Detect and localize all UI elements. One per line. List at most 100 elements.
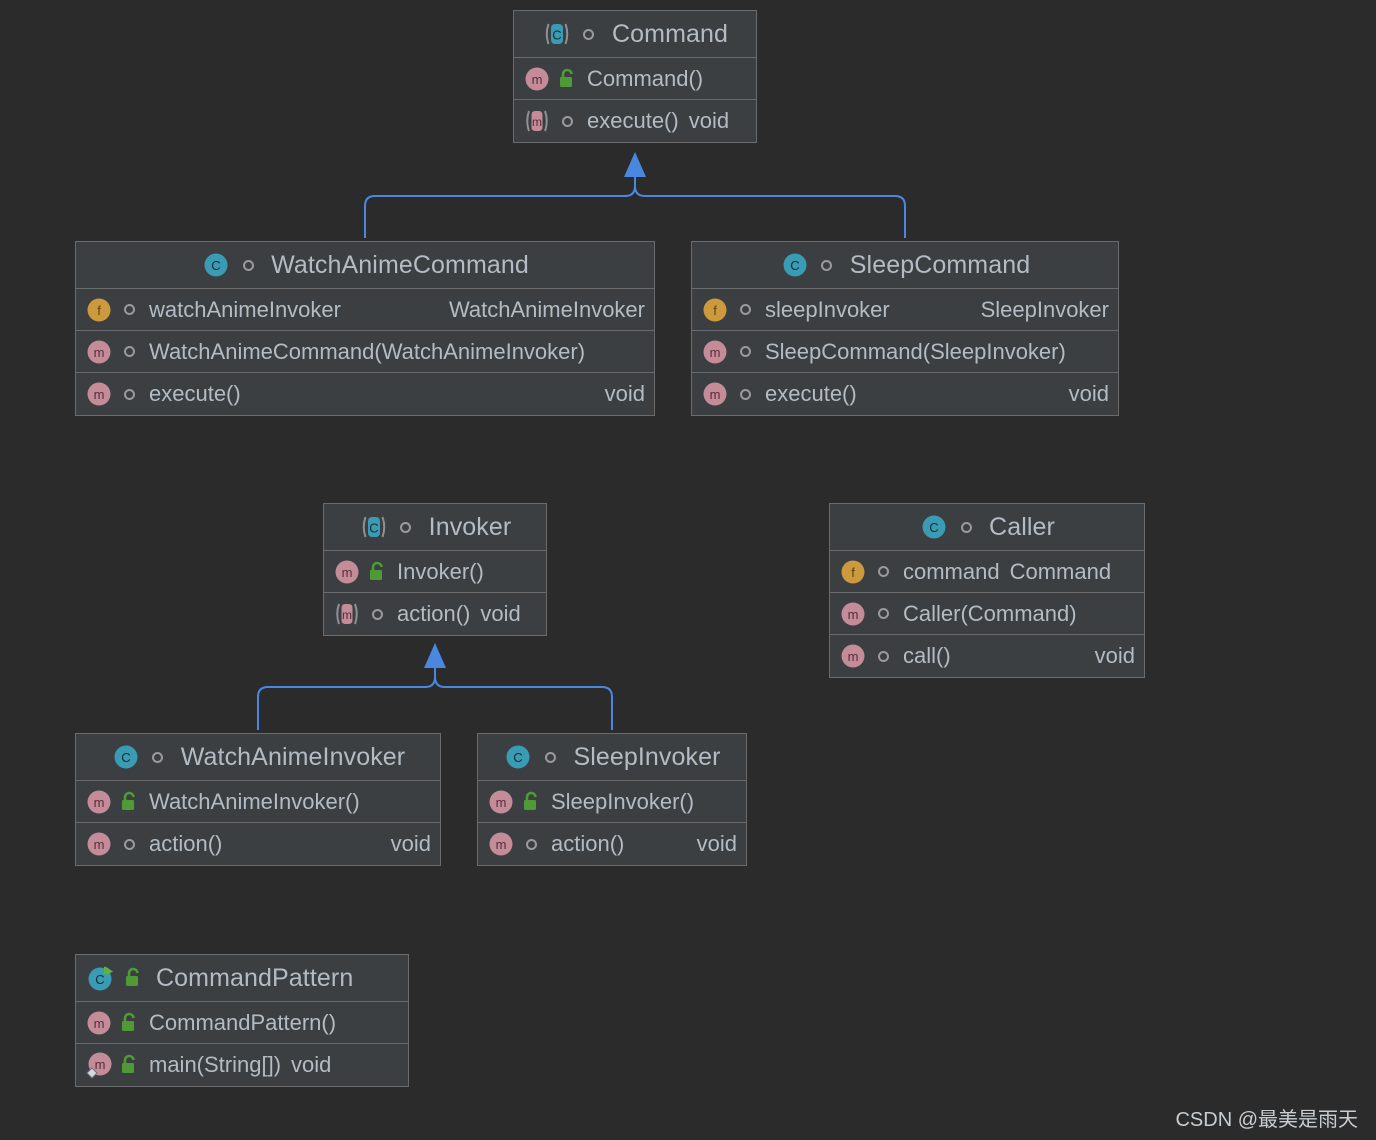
svg-text:C: C xyxy=(95,972,104,987)
svg-text:C: C xyxy=(929,520,938,535)
method-icon: m xyxy=(838,641,868,671)
member-type: void xyxy=(1068,381,1109,406)
class-member-row[interactable]: f sleepInvoker SleepInvoker xyxy=(692,289,1118,331)
class-member-row[interactable]: f command Command xyxy=(830,551,1144,593)
public-visibility-icon xyxy=(556,109,578,133)
member-type: void xyxy=(480,601,521,626)
class-box-watch-anime-command[interactable]: C WatchAnimeCommand f watchAnimeInvoker … xyxy=(75,241,655,416)
generalization-watchanimeinvoker-invoker xyxy=(257,663,436,730)
public-visibility-icon xyxy=(395,515,417,539)
class-name: Command xyxy=(611,19,729,48)
member-type: WatchAnimeInvoker xyxy=(448,296,645,322)
method-icon: m xyxy=(700,337,730,367)
abstract-class-icon: C xyxy=(359,512,389,542)
class-icon: C xyxy=(780,250,810,280)
class-box-command[interactable]: C Command m Command() m execute() void xyxy=(513,10,757,143)
class-name: Caller xyxy=(989,512,1055,541)
runnable-class-icon: C xyxy=(86,963,116,993)
class-icon: C xyxy=(503,742,533,772)
member-name: Invoker() xyxy=(397,558,484,584)
class-member-row[interactable]: m action() void xyxy=(76,823,440,865)
svg-text:m: m xyxy=(94,1016,105,1031)
svg-text:m: m xyxy=(532,72,543,87)
field-icon: f xyxy=(84,295,114,325)
class-member-row[interactable]: m execute() void xyxy=(76,373,654,415)
class-member-row[interactable]: m execute() void xyxy=(692,373,1118,415)
member-type: void xyxy=(390,831,431,856)
class-name: SleepInvoker xyxy=(573,742,721,771)
class-icon: C xyxy=(111,742,141,772)
class-member-row[interactable]: m SleepInvoker() xyxy=(478,781,746,823)
class-box-sleep-command[interactable]: C SleepCommand f sleepInvoker SleepInvok… xyxy=(691,241,1119,416)
class-member-row[interactable]: m CommandPattern() xyxy=(76,1002,408,1044)
member-name: action() xyxy=(397,601,471,626)
field-icon: f xyxy=(838,557,868,587)
class-header-caller: C Caller xyxy=(830,504,1144,551)
unlocked-icon xyxy=(520,790,542,814)
public-visibility-icon xyxy=(118,298,140,322)
method-icon: m xyxy=(700,379,730,409)
class-member-row[interactable]: m SleepCommand(SleepInvoker) xyxy=(692,331,1118,373)
class-header-watch-anime-command: C WatchAnimeCommand xyxy=(76,242,654,289)
runnable-method-icon[interactable]: m xyxy=(84,1050,114,1080)
public-visibility-icon xyxy=(734,340,756,364)
member-name: call() xyxy=(903,643,951,668)
method-icon: m xyxy=(332,557,362,587)
public-visibility-icon xyxy=(872,644,894,668)
generalization-sleepcommand-command xyxy=(634,172,906,238)
class-member-row[interactable]: m main(String[]) void xyxy=(76,1044,408,1086)
member-name: WatchAnimeCommand(WatchAnimeInvoker) xyxy=(149,338,586,364)
class-member-row[interactable]: m Invoker() xyxy=(324,551,546,593)
class-member-row[interactable]: m Caller(Command) xyxy=(830,593,1144,635)
class-member-row[interactable]: m action() void xyxy=(324,593,546,635)
svg-text:m: m xyxy=(342,565,353,580)
class-header-sleep-command: C SleepCommand xyxy=(692,242,1118,289)
member-name: SleepCommand(SleepInvoker) xyxy=(765,338,1066,364)
unlocked-icon xyxy=(118,790,140,814)
method-icon: m xyxy=(84,829,114,859)
method-icon: m xyxy=(84,787,114,817)
member-name: SleepInvoker() xyxy=(551,788,695,814)
class-name: SleepCommand xyxy=(849,250,1031,279)
svg-text:f: f xyxy=(713,303,717,318)
method-icon: m xyxy=(84,1008,114,1038)
member-name: Caller(Command) xyxy=(903,600,1077,626)
field-icon: f xyxy=(700,295,730,325)
abstract-method-icon: m xyxy=(332,599,362,629)
class-member-row[interactable]: f watchAnimeInvoker WatchAnimeInvoker xyxy=(76,289,654,331)
class-member-row[interactable]: m call() void xyxy=(830,635,1144,677)
member-name: execute() xyxy=(149,381,241,406)
generalization-watchanimecommand-command xyxy=(364,172,636,238)
class-header-command-pattern: C CommandPattern xyxy=(76,955,408,1002)
class-member-row[interactable]: m action() void xyxy=(478,823,746,865)
class-member-row[interactable]: m WatchAnimeInvoker() xyxy=(76,781,440,823)
public-visibility-icon xyxy=(955,515,977,539)
public-visibility-icon xyxy=(734,298,756,322)
svg-text:m: m xyxy=(94,795,105,810)
method-icon: m xyxy=(486,829,516,859)
unlocked-icon xyxy=(122,966,144,990)
public-visibility-icon xyxy=(118,340,140,364)
generalization-sleepinvoker-invoker xyxy=(434,663,613,730)
member-name: sleepInvoker xyxy=(765,296,890,322)
public-visibility-icon xyxy=(872,602,894,626)
class-box-caller[interactable]: C Caller f command Command m Caller(Comm… xyxy=(829,503,1145,678)
member-type: void xyxy=(604,381,645,406)
class-header-watch-anime-invoker: C WatchAnimeInvoker xyxy=(76,734,440,781)
class-member-row[interactable]: m WatchAnimeCommand(WatchAnimeInvoker) xyxy=(76,331,654,373)
svg-text:m: m xyxy=(848,607,859,622)
svg-text:m: m xyxy=(95,1057,106,1072)
class-member-row[interactable]: m Command() xyxy=(514,58,756,100)
member-type: void xyxy=(688,108,730,133)
class-box-invoker[interactable]: C Invoker m Invoker() m action() void xyxy=(323,503,547,636)
class-box-sleep-invoker[interactable]: C SleepInvoker m SleepInvoker() m action… xyxy=(477,733,747,866)
svg-text:m: m xyxy=(94,837,105,852)
class-box-watch-anime-invoker[interactable]: C WatchAnimeInvoker m WatchAnimeInvoker(… xyxy=(75,733,441,866)
svg-text:f: f xyxy=(97,303,101,318)
svg-text:f: f xyxy=(851,565,855,580)
member-name: watchAnimeInvoker xyxy=(149,296,341,322)
method-icon: m xyxy=(84,337,114,367)
class-member-row[interactable]: m execute() void xyxy=(514,100,756,142)
class-box-command-pattern[interactable]: C CommandPattern m CommandPattern() m ma… xyxy=(75,954,409,1087)
member-type: void xyxy=(291,1052,332,1077)
